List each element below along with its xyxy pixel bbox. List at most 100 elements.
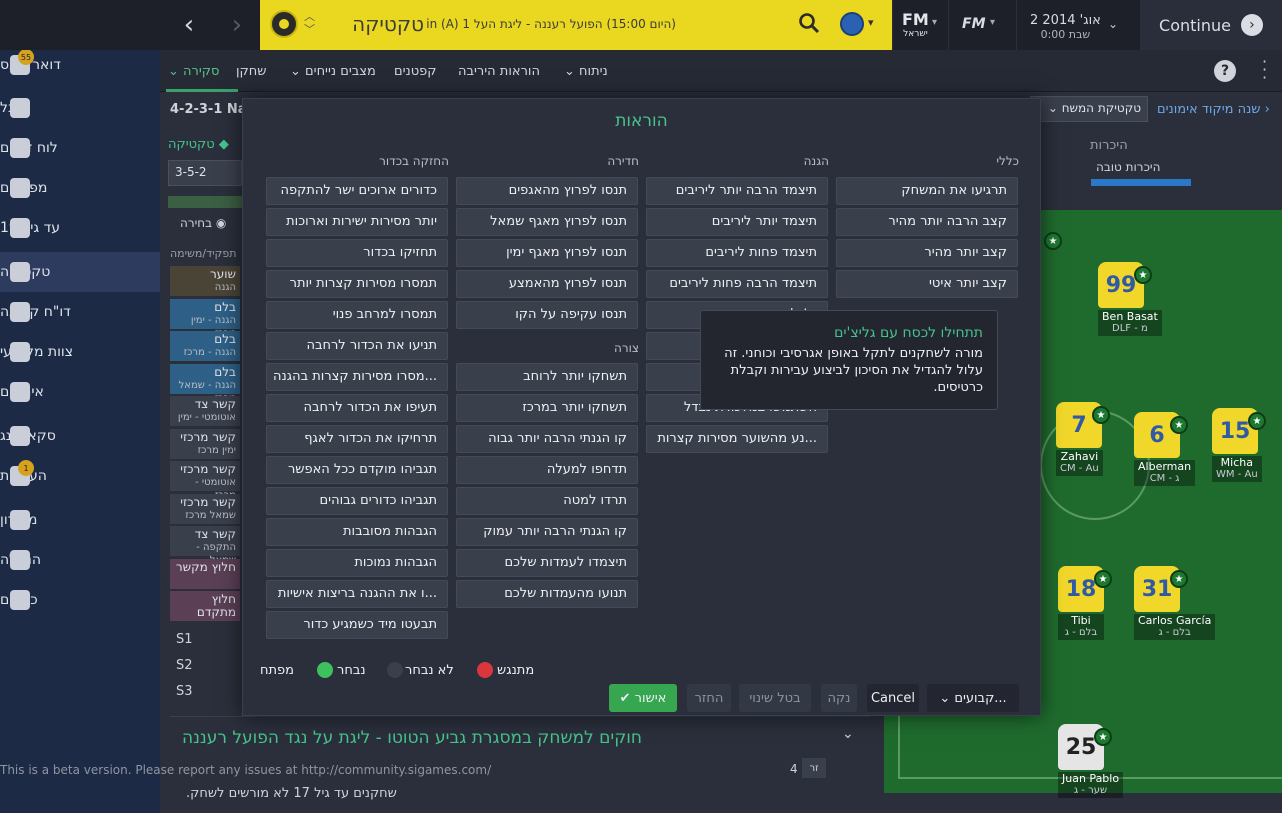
sidebar-item[interactable]: העברות1: [0, 456, 160, 496]
sidebar-item[interactable]: דו"ח קבוצה: [0, 292, 160, 332]
instruction-button[interactable]: תעיפו את הכדור לרחבה: [266, 394, 448, 422]
instruction-button[interactable]: תנסו לפרוץ מאגף שמאל: [456, 208, 638, 236]
instruction-button[interactable]: יותר מסירות ישירות וארוכות: [266, 208, 448, 236]
tab-overview[interactable]: סקירה ⌄: [168, 64, 219, 79]
instruction-button[interactable]: ...נע מהשוער מסירות קצרות: [646, 425, 828, 453]
instruction-button[interactable]: תגביהו כדורים גבוהים: [266, 487, 448, 515]
sidebar-item[interactable]: עד גיל 19: [0, 208, 160, 248]
instruction-button[interactable]: תרחיקו את הכדור לאגף: [266, 425, 448, 453]
instruction-button[interactable]: תגביהו מוקדם ככל האפשר: [266, 456, 448, 484]
sidebar-item[interactable]: מפעלים: [0, 168, 160, 208]
instruction-button[interactable]: קצב יותר איטי: [836, 270, 1018, 298]
instruction-button[interactable]: תנסו לפרוץ מאגף ימין: [456, 239, 638, 267]
clear-button[interactable]: נקה: [821, 684, 857, 712]
pitch-player[interactable]: 25 ★ Juan Pablo שער - ג: [1058, 724, 1124, 798]
presets-dropdown[interactable]: ...קבועים ⌄: [927, 684, 1019, 712]
more-options-icon[interactable]: · · ·: [1262, 54, 1267, 86]
instruction-button[interactable]: תמסרו למרחב פנוי: [266, 301, 448, 329]
sidebar-item[interactable]: הנהלה: [0, 540, 160, 580]
instruction-button[interactable]: ...ו את ההגנה בריצות אישיות: [266, 580, 448, 608]
reset-button[interactable]: החזר: [687, 684, 731, 712]
instruction-button[interactable]: הגבהות מסובבות: [266, 518, 448, 546]
sub-slot[interactable]: S1: [176, 632, 193, 647]
sub-slot[interactable]: S2: [176, 658, 193, 673]
next-fixture[interactable]: (היום 15:00) הפועל רעננה - ליגת העל 1 in…: [426, 17, 676, 31]
training-focus-link[interactable]: ‹ שנה מיקוד אימונים: [1157, 102, 1270, 117]
instruction-button[interactable]: תיצמדו לעמדות שלכם: [456, 549, 638, 577]
instruction-button[interactable]: תחזיקו בכדור: [266, 239, 448, 267]
instruction-button[interactable]: תבעטו מיד כשמגיע כדור: [266, 611, 448, 639]
instruction-button[interactable]: כדורים ארוכים ישר להתקפה: [266, 177, 448, 205]
tab-captains[interactable]: קפטנים: [394, 64, 437, 79]
role-row[interactable]: קשר מרכזי שמאל מרכז: [170, 493, 240, 524]
sidebar-item[interactable]: מועדון: [0, 500, 160, 540]
instruction-button[interactable]: תנועו מהעמדות שלכם: [456, 580, 638, 608]
forward-button[interactable]: ›: [212, 0, 262, 50]
pitch-player[interactable]: 31 ★ Carlos García בלם - ג: [1134, 566, 1216, 640]
instruction-button[interactable]: קו הגנתי הרבה יותר גבוה: [456, 425, 638, 453]
sidebar-item[interactable]: סגל: [0, 88, 160, 128]
instruction-button[interactable]: תרגיעו את המשחק: [836, 177, 1018, 205]
club-switch-arrows-icon[interactable]: ︿ ﹀: [304, 10, 315, 36]
role-row[interactable]: בלםהגנה - ימין מרכז: [170, 298, 240, 339]
role-row[interactable]: בלם הגנה - מרכז: [170, 331, 240, 361]
globe-icon[interactable]: [840, 12, 864, 36]
instruction-button[interactable]: קצב יותר מהיר: [836, 239, 1018, 267]
sidebar-item[interactable]: טקטיקה: [0, 252, 160, 292]
pitch-player[interactable]: 6 ★ Alberman CM - ג: [1134, 412, 1196, 486]
cancel-button[interactable]: Cancel: [867, 684, 919, 712]
back-button[interactable]: ‹: [164, 0, 214, 50]
instruction-button[interactable]: קו הגנתי הרבה יותר עמוק: [456, 518, 638, 546]
instruction-button[interactable]: הגבהות נמוכות: [266, 549, 448, 577]
instruction-button[interactable]: קצב הרבה יותר מהיר: [836, 208, 1018, 236]
instruction-button[interactable]: תמסרו מסירות קצרות יותר: [266, 270, 448, 298]
instruction-button[interactable]: תניעו את הכדור לרחבה: [266, 332, 448, 360]
instruction-button[interactable]: תשחקו יותר במרכז: [456, 394, 638, 422]
tab-player[interactable]: שחקן: [236, 64, 266, 79]
role-row[interactable]: קשר צד אוטומטי - ימין: [170, 396, 240, 426]
undo-button[interactable]: בטל שינוי: [739, 684, 811, 712]
sidebar-item[interactable]: סקאוטינג: [0, 416, 160, 456]
continue-button[interactable]: Continue ›: [1140, 0, 1282, 50]
role-row[interactable]: בלםהגנה - שמאל מרכז: [170, 363, 240, 404]
confirm-button[interactable]: אישור ✔: [609, 684, 677, 712]
fm-logo-icon[interactable]: FM: [962, 16, 986, 32]
instruction-button[interactable]: תנסו לפרוץ מהאגפים: [456, 177, 638, 205]
tactic-link[interactable]: ◆ טקטיקה: [168, 137, 229, 152]
fm-nation-logo[interactable]: FM ישראל: [902, 12, 929, 42]
instruction-button[interactable]: תיצמד הרבה פחות ליריבים: [646, 270, 828, 298]
role-row[interactable]: קשר צדהתקפה - שמאל: [170, 526, 240, 566]
role-row[interactable]: קשר מרכזי ימין מרכז: [170, 428, 240, 459]
instruction-button[interactable]: תשחקו יותר לרוחב: [456, 363, 638, 391]
role-row[interactable]: קשר מרכזיאוטומטי - מרכז: [170, 461, 240, 501]
role-row[interactable]: חלוץ מקשר: [170, 558, 240, 589]
date-display[interactable]: 2 אוג' 2014 0:00 שבת: [1030, 14, 1101, 42]
help-icon[interactable]: ?: [1214, 60, 1236, 82]
sub-slot[interactable]: S3: [176, 684, 193, 699]
instruction-button[interactable]: תדחפו למעלה: [456, 456, 638, 484]
instruction-button[interactable]: תרדו למטה: [456, 487, 638, 515]
sidebar-item[interactable]: צוות מקצועי: [0, 332, 160, 372]
instruction-button[interactable]: תיצמד יותר ליריבים: [646, 208, 828, 236]
sidebar-item[interactable]: כספים: [0, 580, 160, 620]
sidebar-item[interactable]: אימונים: [0, 372, 160, 412]
role-row[interactable]: שוער הגנה: [170, 266, 240, 296]
instruction-button[interactable]: תיצמד הרבה יותר ליריבים: [646, 177, 828, 205]
instruction-button[interactable]: תיצמד פחות ליריבים: [646, 239, 828, 267]
pitch-player[interactable]: 99 ★ Ben Basat DLF - מ: [1098, 262, 1162, 336]
pitch-player[interactable]: 18 ★ Tibi בלם - ג: [1058, 566, 1112, 640]
tab-opposition-instructions[interactable]: הוראות היריבה: [458, 64, 540, 79]
tab-analysis[interactable]: ניתוח ⌄: [564, 64, 608, 79]
sidebar-item[interactable]: דואר נכנס 55: [0, 45, 160, 85]
selection-toggle[interactable]: ◉ בחירה: [180, 216, 226, 230]
search-icon[interactable]: [798, 12, 820, 34]
instruction-button[interactable]: תנסו לפרוץ מהאמצע: [456, 270, 638, 298]
club-crest-icon[interactable]: [270, 10, 298, 38]
sidebar-item[interactable]: לוח זמנים: [0, 128, 160, 168]
instruction-button[interactable]: תנסו עקיפה על הקו: [456, 301, 638, 329]
collapse-chevron-icon[interactable]: ⌄: [842, 726, 854, 742]
tactic-selector[interactable]: טקטיקת המשח ⌄: [1030, 96, 1148, 122]
role-row[interactable]: חלוץ מתקדם: [170, 591, 240, 621]
formation-dropdown[interactable]: 3-5-2: [168, 160, 242, 186]
pitch-player[interactable]: 7 ★ Zahavi CM - Au: [1056, 402, 1110, 476]
